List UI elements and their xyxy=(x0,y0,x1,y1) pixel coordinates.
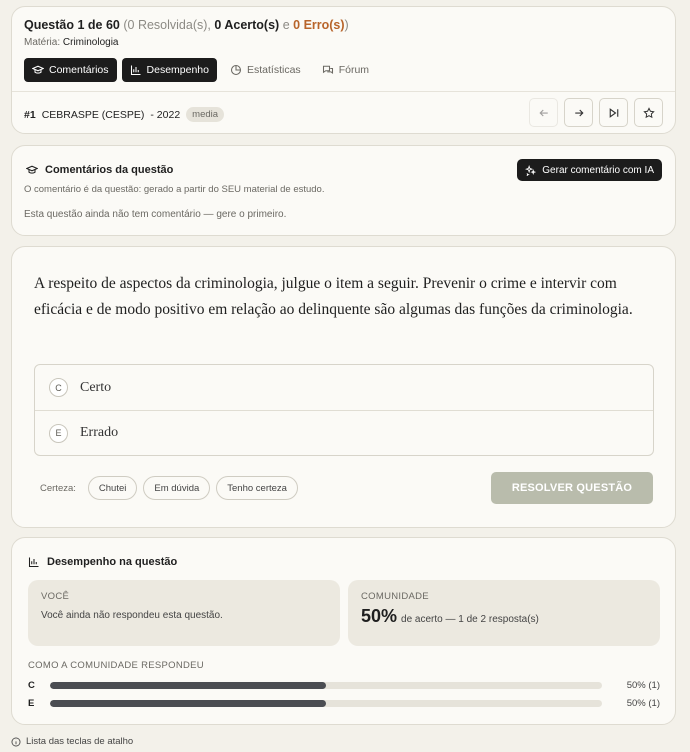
favorite-button[interactable] xyxy=(634,98,663,127)
skip-forward-icon xyxy=(609,107,618,118)
option-text: Certo xyxy=(80,379,112,395)
comments-subtitle: O comentário é da questão: gerado a part… xyxy=(24,184,325,195)
question-tabs: Comentários Desempenho Estatísticas Fóru… xyxy=(24,58,377,82)
error-count: 0 Erro(s) xyxy=(293,18,345,32)
bar-fill xyxy=(50,699,326,707)
option-letter: E xyxy=(49,423,68,443)
sparkles-icon xyxy=(525,164,537,176)
performance-card: Desempenho na questão VOCÊ Você ainda nã… xyxy=(11,537,676,725)
ai-button-label: Gerar comentário com IA xyxy=(542,164,654,176)
skip-button[interactable] xyxy=(599,98,628,127)
bar-track xyxy=(50,681,602,689)
question-card: A respeito de aspectos da criminologia, … xyxy=(11,246,676,528)
graduation-cap-icon xyxy=(32,65,44,74)
chat-bubbles-icon xyxy=(322,65,333,75)
tab-forum[interactable]: Fórum xyxy=(314,58,377,82)
bar-fill xyxy=(50,681,326,689)
certainty-tenho-certeza[interactable]: Tenho certeza xyxy=(216,476,298,500)
you-message: Você ainda não respondeu esta questão. xyxy=(41,610,223,621)
your-stat-box: VOCÊ Você ainda não respondeu esta quest… xyxy=(28,580,340,646)
bar-chart-icon xyxy=(28,557,39,568)
certainty-label: Certeza: xyxy=(40,482,76,494)
tab-estatisticas[interactable]: Estatísticas xyxy=(222,58,309,82)
question-statement: A respeito de aspectos da criminologia, … xyxy=(34,275,633,318)
previous-button[interactable] xyxy=(529,98,558,127)
next-button[interactable] xyxy=(564,98,593,127)
bar-letter: C xyxy=(28,679,35,691)
bar-letter: E xyxy=(28,697,35,709)
exam-year: - 2022 xyxy=(150,108,181,121)
difficulty-badge: media xyxy=(186,107,225,122)
comments-card: Comentários da questão O comentário é da… xyxy=(11,145,676,236)
arrow-right-icon xyxy=(574,109,584,116)
subject-line: Matéria: Criminologia xyxy=(24,37,118,48)
option-letter: C xyxy=(49,378,68,397)
resolve-question-button[interactable]: RESOLVER QUESTÃO xyxy=(491,472,653,504)
count-separator: e xyxy=(282,18,290,32)
community-label: COMUNIDADE xyxy=(361,591,429,602)
comments-title-text: Comentários da questão xyxy=(45,164,174,176)
certainty-em-duvida[interactable]: Em dúvida xyxy=(143,476,211,500)
shortcuts-label: Lista das teclas de atalho xyxy=(26,736,134,747)
answer-options: C Certo E Errado xyxy=(34,364,654,456)
you-label: VOCÊ xyxy=(41,591,70,602)
generate-ai-comment-button[interactable]: Gerar comentário com IA xyxy=(517,159,662,181)
keyboard-shortcuts-link[interactable]: Lista das teclas de atalho xyxy=(11,736,133,747)
option-errado[interactable]: E Errado xyxy=(35,410,653,455)
info-icon xyxy=(11,737,21,746)
graduation-cap-icon xyxy=(26,165,38,174)
subject-value: Criminologia xyxy=(62,37,119,48)
question-navigation xyxy=(529,98,663,127)
comments-title: Comentários da questão xyxy=(26,164,173,176)
option-text: Errado xyxy=(80,425,119,440)
bar-track xyxy=(50,699,602,707)
performance-title: Desempenho na questão xyxy=(28,556,177,568)
header-divider xyxy=(12,91,675,92)
question-meta: #1 CEBRASPE (CESPE) - 2022 media xyxy=(24,107,225,122)
exam-board: CEBRASPE (CESPE) xyxy=(41,108,145,121)
count-close: ) xyxy=(344,18,349,32)
option-certo[interactable]: C Certo xyxy=(35,365,653,410)
answer-bar-c: C 50% (1) xyxy=(28,679,660,691)
tab-comentarios[interactable]: Comentários xyxy=(24,58,117,82)
certainty-selector: Certeza: Chutei Em dúvida Tenho certeza xyxy=(40,476,298,500)
performance-title-text: Desempenho na questão xyxy=(47,556,178,568)
star-icon xyxy=(642,106,655,118)
comments-empty-message: Esta questão ainda não tem comentário — … xyxy=(24,209,287,220)
tab-label: Comentários xyxy=(49,64,109,76)
resolved-count: (0 Resolvida(s), xyxy=(123,18,211,32)
tab-desempenho[interactable]: Desempenho xyxy=(121,58,217,82)
subject-label: Matéria: xyxy=(24,37,61,48)
bar-chart-icon xyxy=(130,65,141,76)
tab-label: Fórum xyxy=(338,64,370,76)
question-label: Questão 1 de 60 xyxy=(24,18,120,32)
community-detail: de acerto — 1 de 2 resposta(s) xyxy=(401,614,539,625)
question-counter: Questão 1 de 60 (0 Resolvida(s), 0 Acert… xyxy=(24,18,349,32)
bar-value: 50% (1) xyxy=(626,697,660,709)
arrow-left-icon xyxy=(538,109,548,116)
question-number: #1 xyxy=(24,108,36,121)
community-answers-title: COMO A COMUNIDADE RESPONDEU xyxy=(28,660,204,671)
bar-value: 50% (1) xyxy=(626,679,660,691)
community-stat-box: COMUNIDADE 50% de acerto — 1 de 2 respos… xyxy=(348,580,660,646)
pie-chart-icon xyxy=(230,64,242,76)
tab-label: Estatísticas xyxy=(247,64,301,76)
question-header-card: Questão 1 de 60 (0 Resolvida(s), 0 Acert… xyxy=(11,6,676,134)
answer-bar-e: E 50% (1) xyxy=(28,697,660,709)
correct-count: 0 Acerto(s) xyxy=(214,18,280,32)
certainty-chutei[interactable]: Chutei xyxy=(87,476,138,500)
tab-label: Desempenho xyxy=(146,64,209,76)
community-percentage: 50% xyxy=(361,606,398,626)
